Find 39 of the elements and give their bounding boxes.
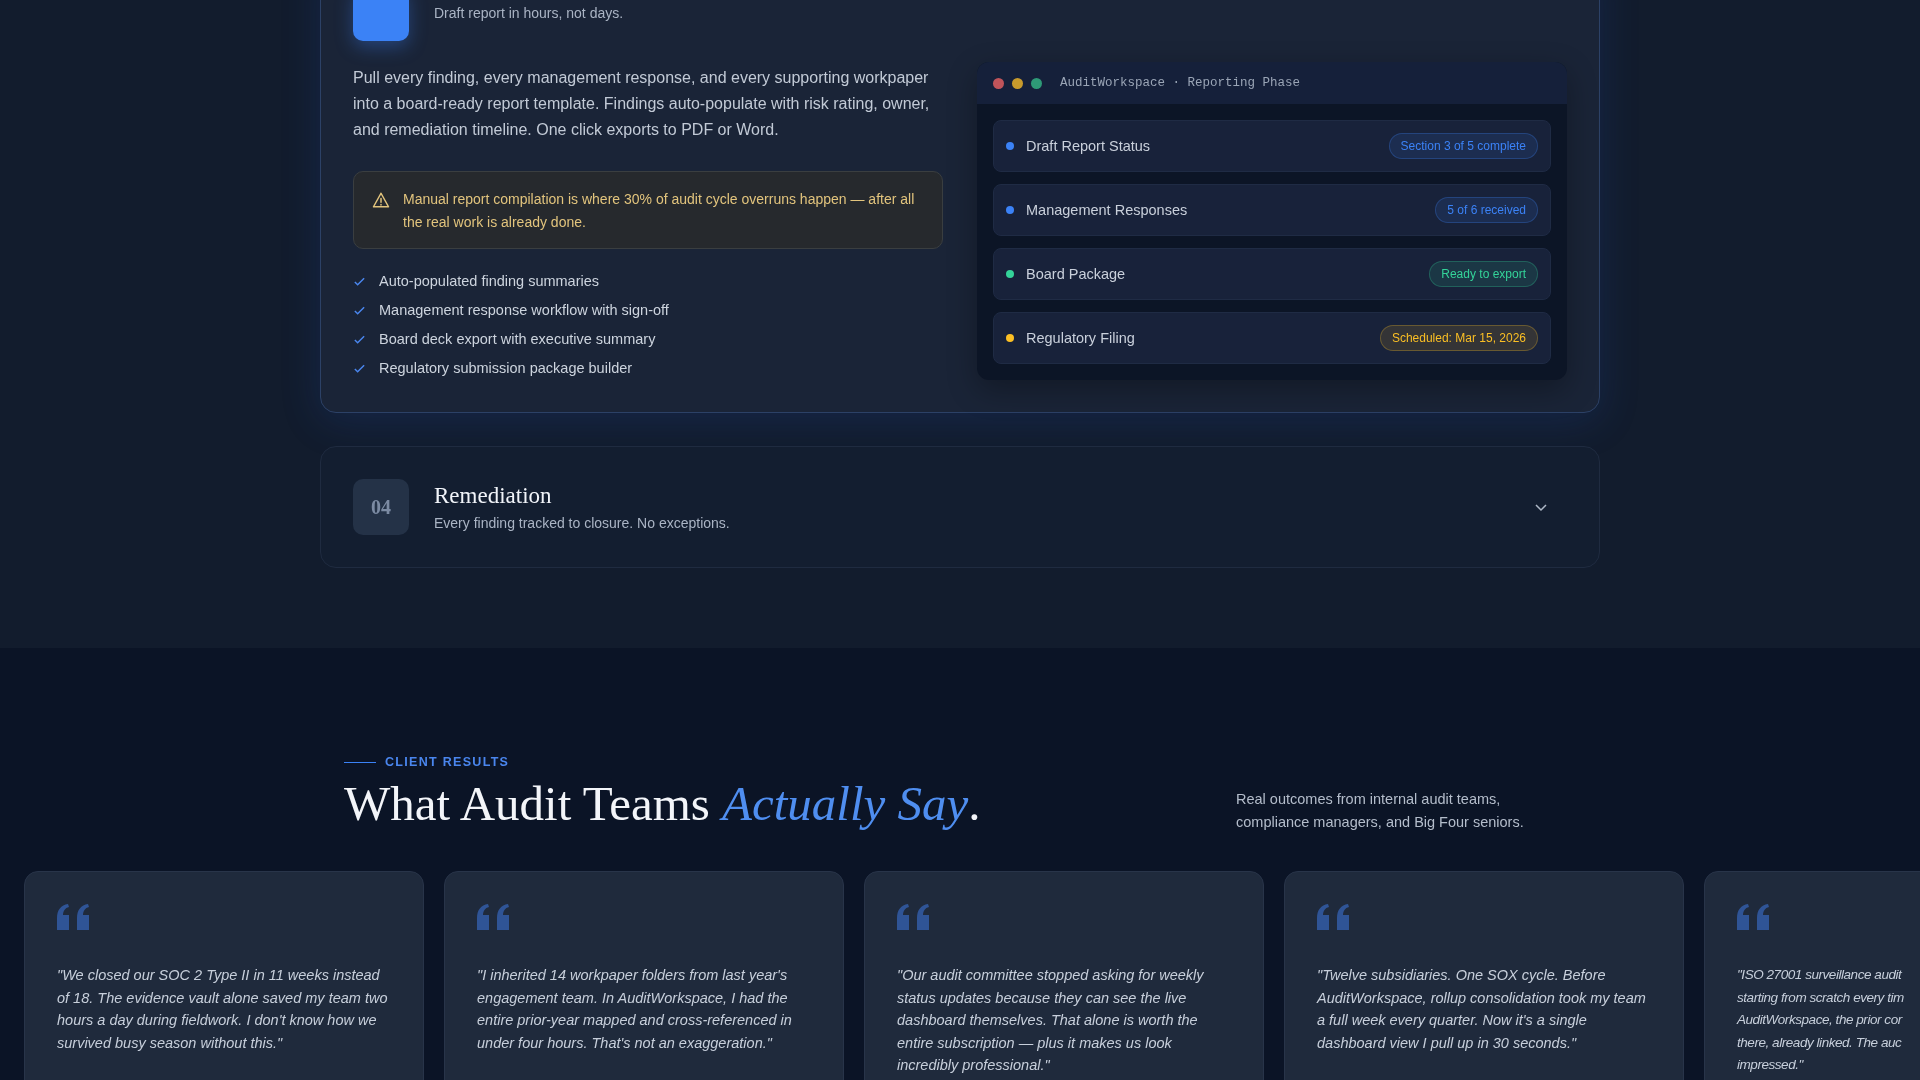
quote-icon — [1737, 904, 1771, 930]
step-title: Remediation — [434, 483, 553, 509]
testimonial-quote: "Our audit committee stopped asking for weekly status updates because they can see the live dashboard themselves. That alone is worth the entire subscription — plus it makes us look incredibly professional." — [897, 966, 1205, 1075]
status-badge: Scheduled: Mar 15, 2026 — [1379, 325, 1538, 351]
quote-icon — [477, 904, 511, 930]
section-eyebrow: CLIENT RESULTS — [385, 755, 510, 769]
section-intro: Real outcomes from internal audit teams, compliance managers, and Big Four seniors. — [1236, 790, 1525, 832]
status-badge: Ready to export — [1429, 261, 1538, 287]
quote-icon — [57, 904, 91, 930]
status-label: Draft Report Status — [1026, 138, 1152, 154]
status-badge: Section 3 of 5 complete — [1388, 133, 1538, 159]
step-number-badge — [353, 0, 409, 41]
panel-title: AuditWorkspace · Reporting Phase — [1060, 76, 1301, 90]
step-card[interactable] — [320, 0, 1600, 413]
testimonial-quote: "I inherited 14 workpaper folders from last year's engagement team. In AuditWorkspace, I had the entire prior-year mapped and cross-referenced in under four hours. That's not an exaggeration." — [477, 966, 793, 1053]
feature-item: Board deck export with executive summary — [379, 331, 656, 347]
step-subtitle: Every finding tracked to closure. No exceptions. — [434, 515, 731, 531]
testimonial-quote: "ISO 27001 surveillance audit starting from scratch every tim AuditWorkspace, the prior cor there, already linked. The auc impressed." — [1737, 966, 1905, 1074]
quote-icon — [897, 904, 931, 930]
warning-text: Manual report compilation is where 30% of audit cycle overruns happen — after all the real work is already done. — [403, 190, 916, 232]
status-label: Management Responses — [1026, 202, 1189, 218]
window-dot-icon — [993, 77, 1004, 89]
feature-item: Auto-populated finding summaries — [379, 273, 600, 289]
testimonial-quote: "Twelve subsidiaries. One SOX cycle. Before AuditWorkspace, rollup consolidation took my team a full week every quarter. Now it's a single dashboard view I pull up in 30 seconds." — [1317, 966, 1647, 1053]
step-card[interactable]: 04 Remediation Every finding tracked to closure. No exceptions. — [320, 446, 1600, 568]
status-label: Regulatory Filing — [1026, 330, 1136, 346]
quote-icon — [1317, 904, 1351, 930]
feature-item: Management response workflow with sign-off — [379, 302, 669, 318]
section-heading: What Audit Teams Actually Say. — [344, 775, 981, 832]
feature-item: Regulatory submission package builder — [379, 360, 633, 376]
step-number-badge: 04 — [353, 479, 409, 535]
testimonial-quote: "We closed our SOC 2 Type II in 11 weeks instead of 18. The evidence vault alone saved my team two hours a day during fieldwork. I don't know how we survived busy season without this." — [57, 966, 389, 1053]
status-label: Board Package — [1026, 266, 1127, 282]
window-dot-icon — [1012, 77, 1023, 89]
warning-icon — [372, 191, 390, 209]
step-subtitle: Draft report in hours, not days. — [434, 5, 625, 21]
window-dot-icon — [1031, 77, 1042, 89]
step-description: Pull every finding, every management response, and every supporting workpaper into a board-ready report template. Findings auto-populate with risk rating, owner, and remediation timeline. One click exports to PDF or Word. — [353, 68, 931, 140]
status-badge: 5 of 6 received — [1435, 197, 1538, 223]
